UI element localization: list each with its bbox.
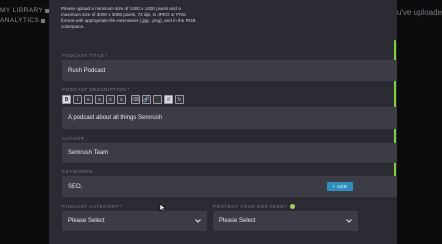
protect-feed-label-text: PROTECT YOUR RSS FEED? <box>213 204 288 209</box>
mouse-cursor-icon <box>159 203 167 212</box>
podcast-title-input[interactable]: Rush Podcast <box>62 60 397 81</box>
numbered-list-button[interactable]: ≡ <box>117 95 126 104</box>
podcast-category-value: Please Select <box>68 218 105 224</box>
nav-item-label: MY LIBRARY <box>0 7 44 14</box>
protect-feed-select[interactable]: Please Select <box>213 211 358 231</box>
podcast-description-input[interactable]: A podcast about all things Semrush <box>62 107 397 129</box>
align-left-button[interactable]: ≡ <box>84 95 93 104</box>
podcast-title-label-text: PODCAST TITLE <box>62 53 105 58</box>
background-text: u've uploade <box>396 8 442 17</box>
align-center-button[interactable]: ≡ <box>95 95 104 104</box>
keywords-value: SEO, <box>68 183 83 190</box>
podcast-title-value: Rush Podcast <box>68 67 106 74</box>
author-value: Semrush Team <box>68 150 109 156</box>
more-button[interactable]: ⋮ <box>153 95 162 104</box>
author-input[interactable]: Semrush Team <box>62 143 397 163</box>
link-button[interactable]: 🔗 <box>142 95 151 104</box>
protect-feed-label: PROTECT YOUR RSS FEED? <box>213 204 296 210</box>
bullet-list-button[interactable]: ≡ <box>106 95 115 104</box>
chevron-down-icon <box>346 219 352 223</box>
add-keyword-button[interactable]: + ADD <box>327 182 353 191</box>
chevron-down-icon <box>195 219 201 223</box>
podcast-description-label-text: PODCAST DESCRIPTION <box>62 87 127 92</box>
keywords-label: KEYWORDS <box>62 169 93 174</box>
info-dot-icon[interactable] <box>290 204 296 210</box>
podcast-title-label: PODCAST TITLE* <box>62 53 108 58</box>
required-marker: * <box>105 53 108 58</box>
upload-notice: Please upload a minimum size of 1400 x 1… <box>61 6 196 29</box>
nav-item-analytics[interactable]: ANALYTICS <box>0 16 49 26</box>
podcast-category-select[interactable]: Please Select <box>62 211 207 231</box>
italic-button[interactable]: I <box>73 95 82 104</box>
podcast-description-label: PODCAST DESCRIPTION* <box>62 87 130 92</box>
nav-item-label: ANALYTICS <box>0 17 40 24</box>
podcast-settings-modal: Please upload a minimum size of 1400 x 1… <box>49 0 397 244</box>
bold-button[interactable]: B <box>62 95 71 104</box>
podcast-category-label-text: PODCAST CATEGORY <box>62 204 119 209</box>
background-nav: MY LIBRARY ANALYTICS <box>0 6 50 26</box>
nav-item-my-library[interactable]: MY LIBRARY <box>0 6 50 16</box>
required-marker: * <box>127 87 130 92</box>
redo-button[interactable]: ↻ <box>175 95 184 104</box>
podcast-category-label: PODCAST CATEGORY* <box>62 204 122 209</box>
square-icon <box>41 19 46 23</box>
podcast-description-value: A podcast about all things Semrush <box>68 115 163 121</box>
clear-format-button[interactable]: ⌫ <box>131 95 140 104</box>
protect-feed-value: Please Select <box>219 218 256 224</box>
author-label: AUTHOR <box>62 136 85 141</box>
required-marker: * <box>119 204 123 209</box>
description-toolbar: B I ≡ ≡ ≡ ≡ ⌫ 🔗 ⋮ ↺ ↻ <box>62 95 397 105</box>
undo-button[interactable]: ↺ <box>164 95 173 104</box>
